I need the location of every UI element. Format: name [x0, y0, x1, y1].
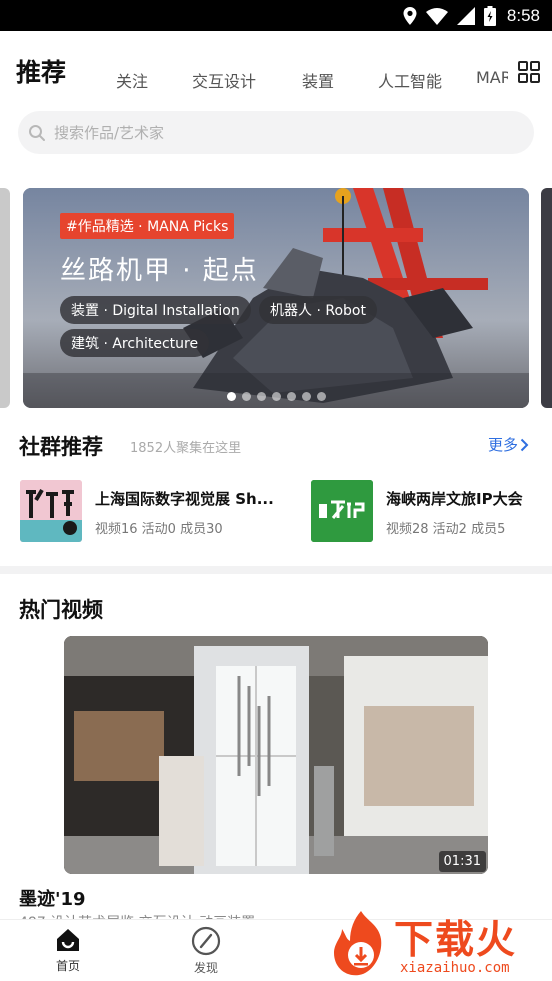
category-tabs: 推荐 关注 交互设计 装置 人工智能 MAR — [0, 31, 552, 111]
tab-clipped[interactable]: MAR — [476, 68, 508, 87]
community-section-title: 社群推荐 — [19, 435, 103, 459]
watermark-url: xiazaihuo.com — [400, 960, 510, 976]
nav-home-label: 首页 — [55, 959, 80, 973]
banner-next-slide[interactable] — [541, 188, 552, 408]
nav-discover-label: 发现 — [193, 961, 218, 975]
community-meta: 视频28 活动2 成员5 — [386, 522, 506, 537]
watermark-text: 下载火 — [394, 918, 518, 963]
community-name: 上海国际数字视觉展 Sh... — [95, 490, 274, 508]
community-name: 海峡两岸文旅IP大会 — [386, 490, 523, 508]
nav-discover[interactable]: 发现 — [176, 926, 236, 976]
tab-interaction-design[interactable]: 交互设计 — [192, 68, 256, 92]
flame-logo-icon — [334, 911, 382, 976]
home-icon — [57, 929, 79, 951]
community-thumb-art — [20, 480, 82, 542]
watermark: 下载火 xiazaihuo.com — [328, 909, 552, 981]
tab-installation[interactable]: 装置 — [302, 68, 334, 92]
signal-icon — [456, 7, 475, 25]
search-icon — [29, 124, 45, 141]
more-label: 更多 — [488, 436, 519, 454]
banner-chip[interactable]: 机器人 · Robot — [259, 296, 377, 324]
tab-recommend[interactable]: 推荐 — [16, 53, 66, 89]
community-thumbnail — [311, 480, 373, 542]
banner-chip[interactable]: 装置 · Digital Installation — [60, 296, 251, 324]
tab-ai[interactable]: 人工智能 — [378, 68, 442, 92]
video-card-thumbnail[interactable]: 01:31 — [64, 636, 488, 874]
nav-home[interactable]: 首页 — [38, 926, 98, 974]
banner-chip[interactable]: 建筑 · Architecture — [60, 329, 210, 357]
community-thumbnail — [20, 480, 82, 542]
carousel-dot[interactable] — [227, 392, 236, 401]
community-meta: 视频16 活动0 成员30 — [95, 522, 223, 537]
carousel-dot[interactable] — [257, 392, 266, 401]
wifi-icon — [425, 7, 448, 25]
more-communities-link[interactable]: 更多 — [488, 434, 529, 455]
search-input[interactable] — [54, 123, 494, 142]
banner-title: 丝路机甲 · 起点 — [60, 256, 259, 286]
status-time: 8:58 — [506, 6, 540, 25]
carousel-dot[interactable] — [272, 392, 281, 401]
community-subtitle: 1852人聚集在这里 — [130, 441, 242, 456]
tab-follow[interactable]: 关注 — [116, 68, 148, 92]
video-title[interactable]: 墨迹'19 — [19, 885, 86, 911]
location-icon — [403, 7, 417, 25]
chevron-right-icon — [520, 438, 529, 451]
carousel-dot[interactable] — [287, 392, 296, 401]
search-bar[interactable] — [18, 111, 534, 154]
banner-tag: #作品精选 · MANA Picks — [60, 213, 235, 239]
battery-icon — [483, 6, 496, 26]
hot-video-section-title: 热门视频 — [19, 598, 103, 622]
carousel-dot[interactable] — [302, 392, 311, 401]
community-card[interactable]: 上海国际数字视觉展 Sh... 视频16 活动0 成员30 — [20, 480, 292, 542]
carousel-dots — [227, 392, 326, 401]
compass-icon — [191, 926, 221, 956]
status-bar: 8:58 — [0, 0, 552, 31]
community-thumb-art — [311, 480, 373, 542]
community-card[interactable]: 海峡两岸文旅IP大会 视频28 活动2 成员5 — [311, 480, 551, 542]
grid-menu-icon[interactable] — [518, 61, 540, 83]
video-duration: 01:31 — [438, 851, 486, 872]
banner-carousel[interactable]: #作品精选 · MANA Picks 丝路机甲 · 起点 装置 · Digita… — [23, 188, 529, 408]
banner-prev-slide[interactable] — [0, 188, 10, 408]
carousel-dot[interactable] — [317, 392, 326, 401]
section-divider — [0, 566, 552, 574]
carousel-dot[interactable] — [242, 392, 251, 401]
video-thumbnail-art — [64, 636, 488, 874]
